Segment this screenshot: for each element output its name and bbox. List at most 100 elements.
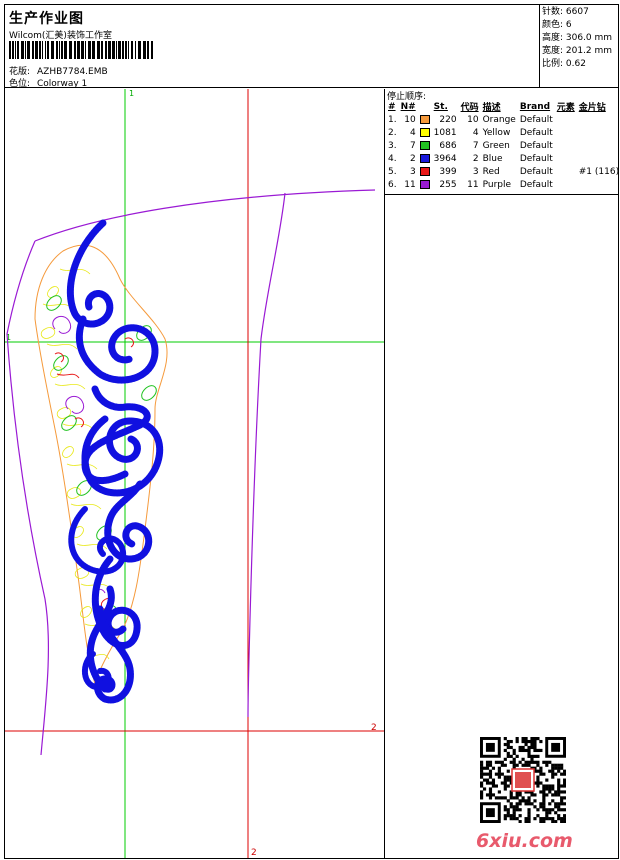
row-swatch	[418, 113, 432, 126]
row-description: Orange	[482, 114, 516, 125]
row-element	[555, 113, 577, 126]
row-index: 5.	[388, 166, 397, 177]
marker-2-bottom: 2	[251, 848, 257, 858]
row-index: 2.	[388, 127, 397, 138]
col-code: 代码	[460, 103, 479, 113]
colorway-row: 色位: Colorway 1	[9, 76, 87, 89]
stat-width: 宽度: 201.2 mm	[542, 46, 613, 56]
table-row: 1. 10 220 10 Orange Default	[386, 113, 620, 126]
watermark-logo-text: 6xiu.com	[476, 830, 573, 852]
col-swatch	[418, 100, 432, 113]
row-swatch	[418, 152, 432, 165]
row-needle: 11	[404, 179, 416, 190]
col-description: 描述	[482, 103, 501, 113]
col-brand: Brand	[519, 101, 551, 112]
row-stitches: 220	[439, 114, 457, 125]
color-swatch	[419, 179, 430, 189]
color-swatch	[419, 127, 430, 137]
row-needle: 3	[409, 166, 416, 177]
row-brand: Default	[519, 127, 553, 138]
row-index: 6.	[388, 179, 397, 190]
row-sequin	[577, 139, 620, 152]
row-stitches: 399	[439, 166, 457, 177]
row-sequin	[577, 152, 620, 165]
row-needle: 10	[404, 114, 416, 125]
row-description: Purple	[482, 179, 512, 190]
row-swatch	[418, 165, 432, 178]
row-brand: Default	[519, 114, 553, 125]
row-sequin	[577, 178, 620, 191]
row-description: Yellow	[482, 127, 511, 138]
row-element	[555, 165, 577, 178]
row-stitches: 255	[439, 179, 457, 190]
marker-1-top: 1	[129, 89, 134, 98]
table-row: 2. 4 1081 4 Yellow Default	[386, 126, 620, 139]
row-code: 7	[472, 140, 479, 151]
row-brand: Default	[519, 179, 553, 190]
row-description: Green	[482, 140, 510, 151]
row-description: Red	[482, 166, 500, 177]
page-title: 生产作业图	[9, 11, 84, 27]
row-code: 10	[467, 114, 479, 125]
col-sequin: 金片钻	[578, 103, 606, 113]
col-needle: N#	[400, 101, 416, 112]
stat-colors: 颜色: 6	[542, 20, 572, 30]
blue-scroll-motifs	[66, 219, 164, 704]
header: 生产作业图 Wilcom(汇美)装饰工作室 花版: AZHB7784.EMB 色位…	[4, 4, 540, 89]
row-element	[555, 178, 577, 191]
table-row: 4. 2 3964 2 Blue Default	[386, 152, 620, 165]
row-swatch	[418, 126, 432, 139]
row-element	[555, 139, 577, 152]
row-code: 3	[472, 166, 479, 177]
col-element: 元素	[556, 103, 575, 113]
design-canvas[interactable]: 1 1 2 2	[5, 89, 385, 858]
embroidery-design: 1 1 2 2	[5, 89, 384, 858]
barcode-icon	[9, 41, 153, 59]
colorway-value: Colorway 1	[37, 79, 88, 89]
row-element	[555, 152, 577, 165]
row-stitches: 1081	[433, 127, 457, 138]
row-code: 2	[472, 153, 479, 164]
row-description: Blue	[482, 153, 503, 164]
row-sequin	[577, 113, 620, 126]
marker-2-right: 2	[371, 723, 377, 733]
row-brand: Default	[519, 166, 553, 177]
stop-sequence-panel: 停止顺序: # N# St. 代码 描述 Brand 元素 金片钻 1. 10 22…	[385, 89, 619, 195]
row-element	[555, 126, 577, 139]
row-brand: Default	[519, 140, 553, 151]
table-row: 6. 11 255 11 Purple Default	[386, 178, 620, 191]
design-stats: 针数: 6607 颜色: 6 高度: 306.0 mm 宽度: 201.2 mm…	[539, 4, 619, 88]
company-name: Wilcom(汇美)装饰工作室	[9, 31, 112, 41]
row-needle: 4	[409, 127, 416, 138]
row-needle: 7	[409, 140, 416, 151]
table-row: 3. 7 686 7 Green Default	[386, 139, 620, 152]
col-index: #	[388, 101, 396, 112]
row-stitches: 686	[439, 140, 457, 151]
row-code: 4	[472, 127, 479, 138]
stat-scale: 比例: 0.62	[542, 59, 586, 69]
color-swatch	[419, 114, 430, 124]
qr-code-icon	[480, 737, 566, 823]
row-brand: Default	[519, 153, 553, 164]
stop-sequence-rows: 1. 10 220 10 Orange Default 2. 4 1081 4 Yellow Defa…	[386, 113, 620, 191]
stop-sequence-table: # N# St. 代码 描述 Brand 元素 金片钻 1. 10 220 10 Ora…	[386, 100, 620, 191]
stat-stitches: 针数: 6607	[542, 7, 589, 17]
table-header-row: # N# St. 代码 描述 Brand 元素 金片钻	[386, 100, 620, 114]
col-stitches: St.	[433, 101, 448, 112]
row-sequin	[577, 126, 620, 139]
row-code: 11	[467, 179, 479, 190]
row-index: 3.	[388, 140, 397, 151]
row-needle: 2	[409, 153, 416, 164]
color-swatch	[419, 140, 430, 150]
row-stitches: 3964	[433, 153, 457, 164]
row-index: 1.	[388, 114, 397, 125]
color-swatch	[419, 166, 430, 176]
color-swatch	[419, 153, 430, 163]
row-sequin: #1 (116)	[578, 166, 620, 177]
stat-height: 高度: 306.0 mm	[542, 33, 613, 43]
table-row: 5. 3 399 3 Red Default #1 (116)	[386, 165, 620, 178]
row-index: 4.	[388, 153, 397, 164]
row-swatch	[418, 178, 432, 191]
row-swatch	[418, 139, 432, 152]
colorway-label: 色位:	[9, 79, 31, 89]
